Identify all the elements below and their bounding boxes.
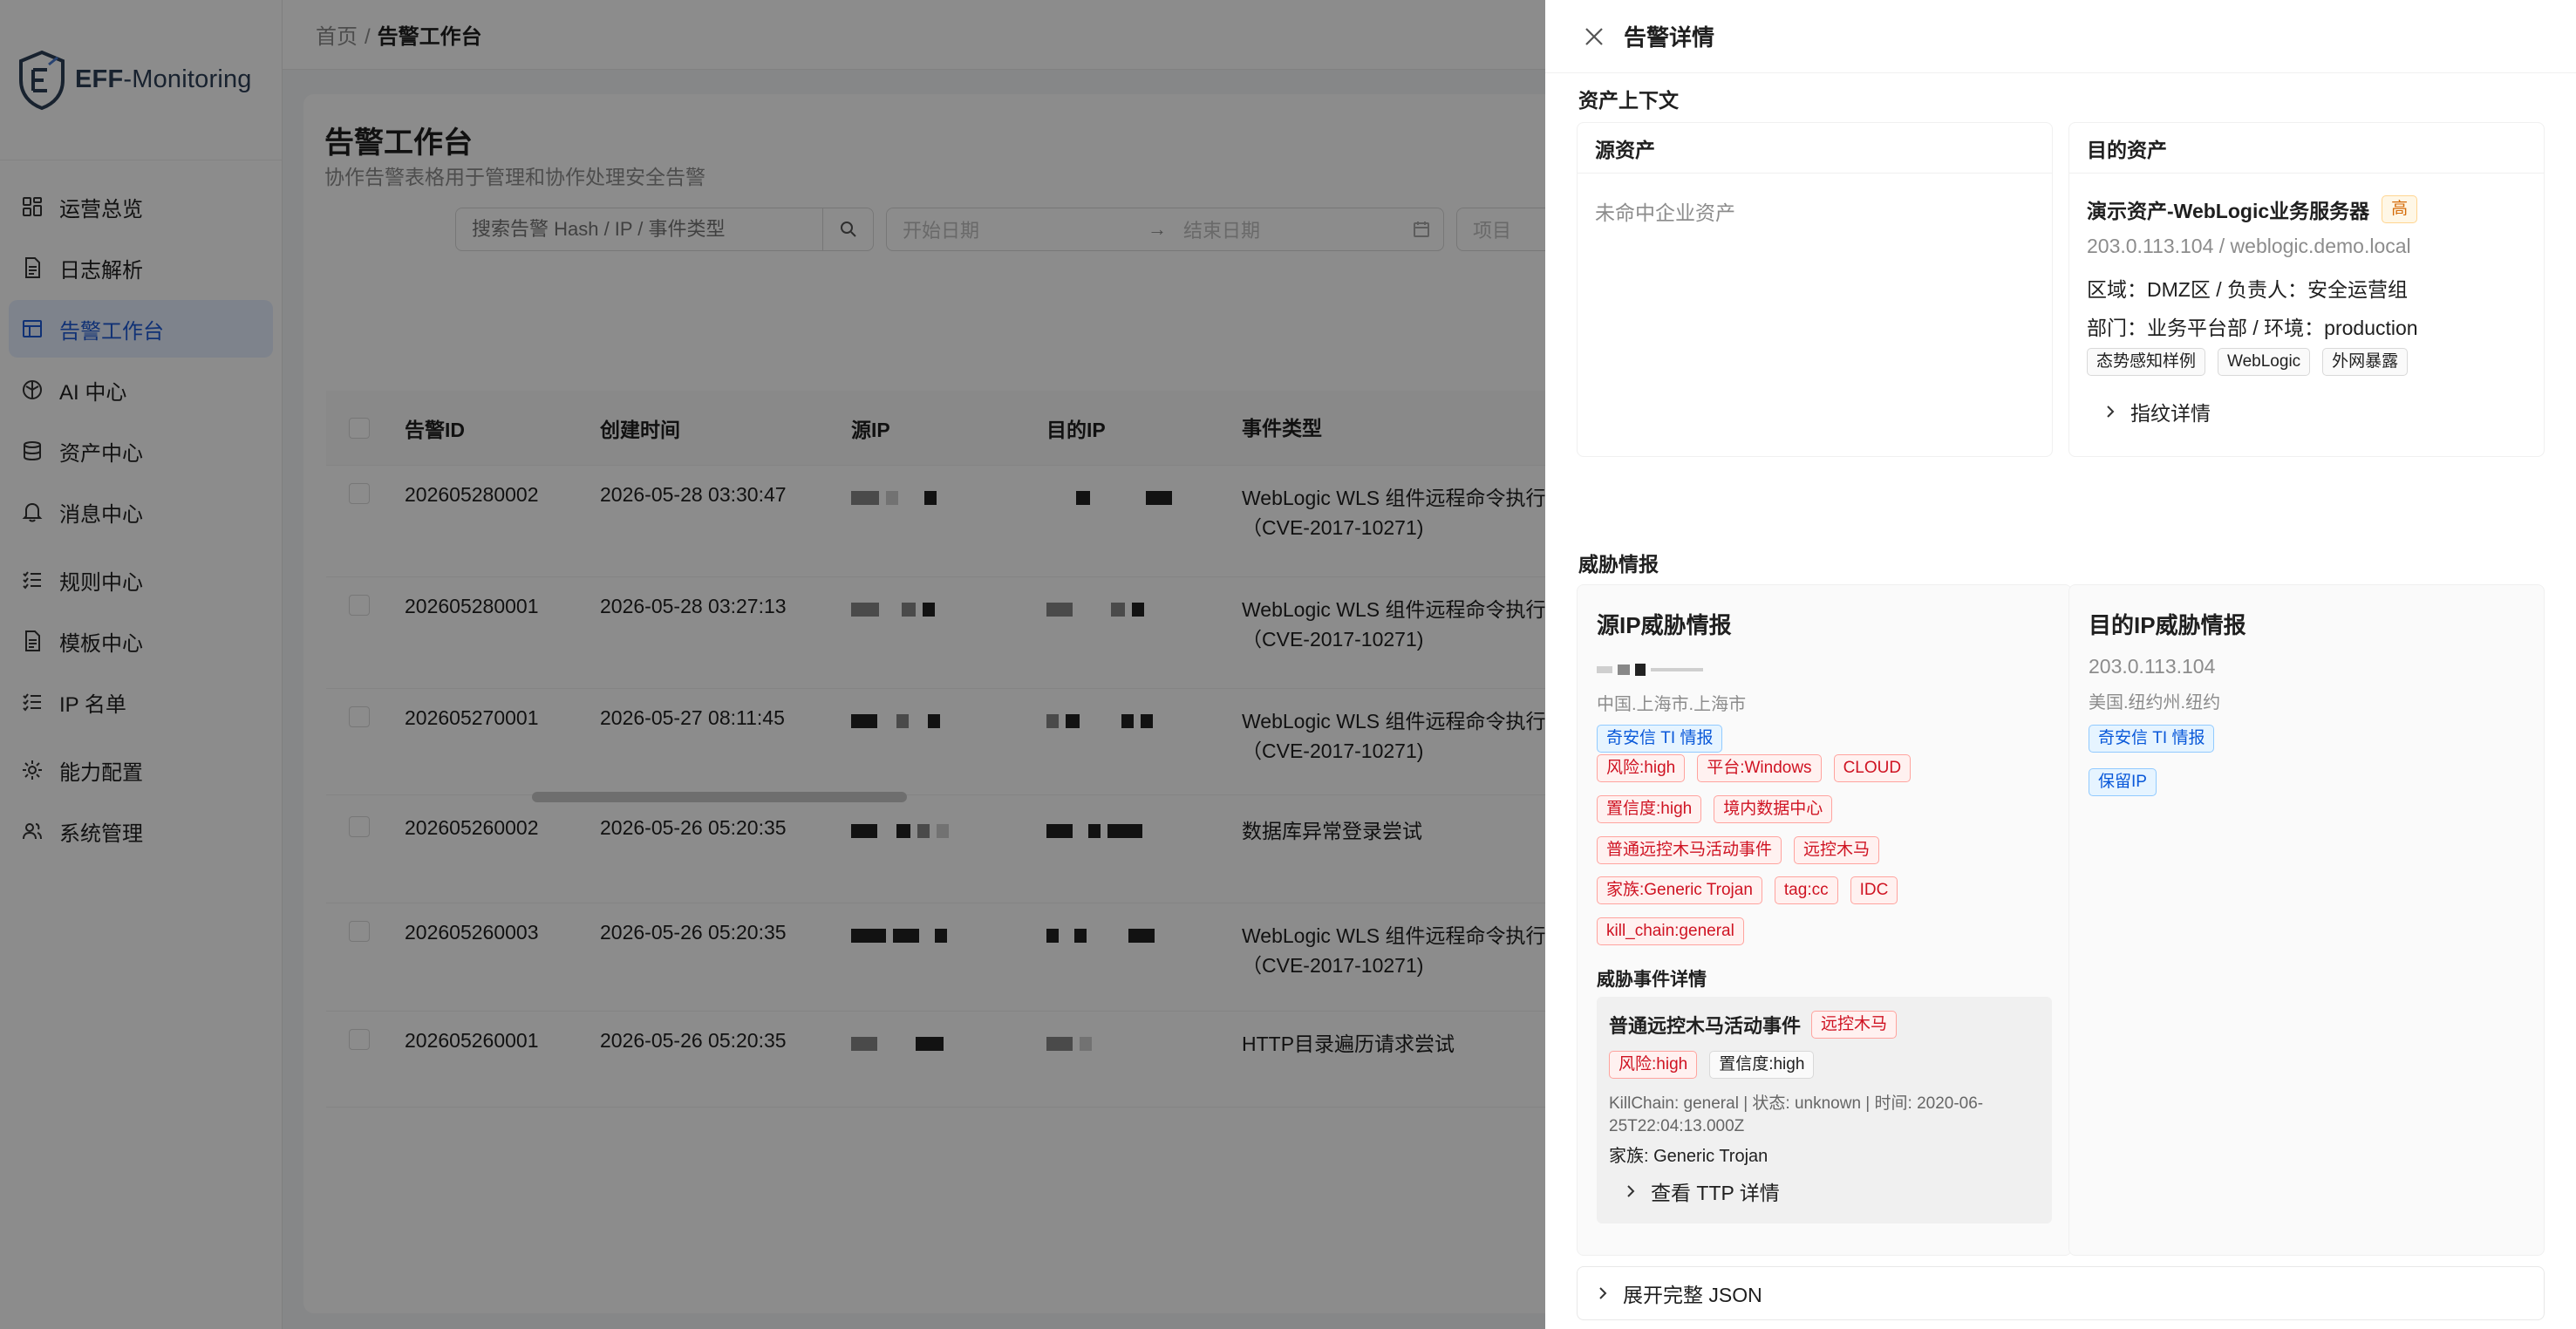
source-asset-empty: 未命中企业资产 bbox=[1595, 201, 1735, 224]
source-asset-title: 源资产 bbox=[1578, 123, 2052, 174]
destination-asset-title: 目的资产 bbox=[2069, 123, 2544, 174]
source-asset-card: 源资产 未命中企业资产 bbox=[1577, 122, 2053, 457]
ti-tag: 风险:high bbox=[1609, 1051, 1698, 1079]
destination-ip-location: 美国.纽约州.纽约 bbox=[2089, 693, 2221, 712]
ti-tag: 境内数据中心 bbox=[1714, 795, 1833, 823]
threat-event-box: 普通远控木马活动事件 远控木马 风险:high 置信度:high KillCha… bbox=[1597, 997, 2052, 1223]
ttp-details-expand[interactable]: 查看 TTP 详情 bbox=[1625, 1176, 1780, 1206]
destination-asset-card: 目的资产 演示资产-WebLogic业务服务器 高 203.0.113.104 … bbox=[2068, 122, 2545, 457]
threat-event-category: 远控木马 bbox=[1811, 1011, 1898, 1039]
destination-asset-address: 203.0.113.104 / weblogic.demo.local bbox=[2087, 235, 2411, 257]
source-ip-location: 中国.上海市.上海市 bbox=[1597, 695, 1747, 714]
close-icon bbox=[1585, 27, 1603, 45]
chevron-right-icon bbox=[1627, 1185, 1635, 1197]
chevron-right-icon bbox=[1599, 1287, 1607, 1299]
fingerprint-expand[interactable]: 指纹详情 bbox=[2104, 397, 2211, 426]
ti-tag: 置信度:high bbox=[1597, 795, 1702, 823]
source-ip-threat-title: 源IP威胁情报 bbox=[1597, 612, 1732, 638]
threat-event-family: 家族: Generic Trojan bbox=[1609, 1147, 1768, 1166]
ttp-details-label: 查看 TTP 详情 bbox=[1651, 1182, 1780, 1204]
ti-tag: 普通远控木马活动事件 bbox=[1597, 836, 1782, 864]
source-ip-masked bbox=[1597, 664, 1703, 676]
destination-asset-name-row: 演示资产-WebLogic业务服务器 高 bbox=[2087, 194, 2429, 224]
destination-asset-zone: 区域：DMZ区 / 负责人：安全运营组 bbox=[2087, 278, 2408, 301]
ti-tag: IDC bbox=[1850, 876, 1898, 904]
ti-tag: 平台:Windows bbox=[1697, 754, 1822, 782]
close-button[interactable] bbox=[1582, 24, 1606, 49]
asset-tags: 态势感知样例 WebLogic 外网暴露 bbox=[2087, 348, 2420, 376]
expand-json-label: 展开完整 JSON bbox=[1623, 1284, 1762, 1306]
asset-tag: 外网暴露 bbox=[2322, 348, 2409, 376]
ti-source-tag: 奇安信 TI 情报 bbox=[1597, 725, 1723, 753]
threat-event-title-row: 普通远控木马活动事件 远控木马 bbox=[1609, 1011, 1909, 1039]
reserved-ip-tag: 保留IP bbox=[2089, 768, 2157, 796]
drawer-header: 告警详情 bbox=[1545, 0, 2576, 73]
ti-tag: 置信度:high bbox=[1709, 1051, 1815, 1079]
fingerprint-label: 指纹详情 bbox=[2130, 402, 2211, 425]
destination-ip-threat-title: 目的IP威胁情报 bbox=[2089, 612, 2246, 638]
ti-source-tag: 奇安信 TI 情报 bbox=[2089, 725, 2215, 753]
asset-tag: 态势感知样例 bbox=[2087, 348, 2206, 376]
expand-json-toggle[interactable]: 展开完整 JSON bbox=[1577, 1266, 2545, 1320]
destination-ip-threat-card: 目的IP威胁情报 203.0.113.104 美国.纽约州.纽约 奇安信 TI … bbox=[2068, 584, 2545, 1256]
asset-level-badge: 高 bbox=[2382, 195, 2418, 223]
destination-asset-dept: 部门：业务平台部 / 环境：production bbox=[2087, 317, 2418, 339]
asset-context-heading: 资产上下文 bbox=[1578, 89, 1679, 112]
source-ip-threat-card: 源IP威胁情报 中国.上海市.上海市 奇安信 TI 情报 风险:high 平台:… bbox=[1577, 584, 2072, 1256]
asset-tag: WebLogic bbox=[2218, 348, 2311, 376]
chevron-right-icon bbox=[2107, 406, 2115, 418]
threat-intel-heading: 威胁情报 bbox=[1578, 553, 1659, 576]
threat-event-heading: 威胁事件详情 bbox=[1597, 970, 1707, 990]
ti-tag: 风险:high bbox=[1597, 754, 1686, 782]
ti-tag: 远控木马 bbox=[1794, 836, 1880, 864]
alert-detail-drawer: 告警详情 资产上下文 源资产 未命中企业资产 目的资产 演示资产-WebLogi… bbox=[1545, 0, 2576, 1329]
threat-event-title: 普通远控木马活动事件 bbox=[1609, 1015, 1802, 1037]
destination-asset-name: 演示资产-WebLogic业务服务器 bbox=[2087, 200, 2370, 222]
ti-tag: CLOUD bbox=[1833, 754, 1912, 782]
ti-tag: kill_chain:general bbox=[1597, 917, 1744, 945]
ti-tag: tag:cc bbox=[1774, 876, 1838, 904]
threat-event-meta: KillChain: general | 状态: unknown | 时间: 2… bbox=[1609, 1094, 1984, 1135]
destination-ip: 203.0.113.104 bbox=[2089, 655, 2216, 678]
drawer-title: 告警详情 bbox=[1624, 24, 1715, 51]
threat-event-tags: 风险:high 置信度:high bbox=[1609, 1051, 1826, 1079]
ti-tag: 家族:Generic Trojan bbox=[1597, 876, 1762, 904]
drawer-overlay-mask[interactable] bbox=[0, 0, 1545, 1329]
